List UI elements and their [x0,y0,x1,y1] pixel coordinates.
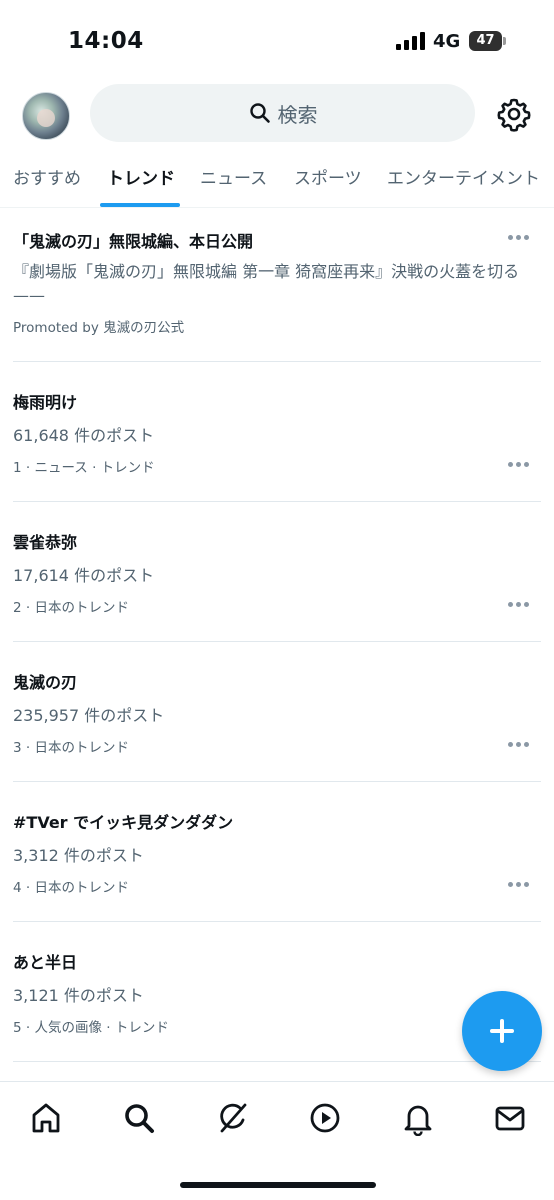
gear-icon[interactable] [496,96,532,132]
promoted-title: 「鬼滅の刃」無限城編、本日公開 [13,232,254,251]
trend-title: #TVer でイッキ見ダンダダン [13,813,234,832]
grok-icon [220,1103,247,1133]
tab-news[interactable]: ニュース [200,164,267,189]
search-icon [249,103,270,123]
trend-title: 梅雨明け [13,393,78,412]
header: 検索 [0,84,554,146]
trend-meta: 2 · 日本のトレンド [13,600,129,616]
search-placeholder: 検索 [277,102,318,127]
status-time: 14:04 [68,28,144,54]
more-icon[interactable] [508,235,530,241]
nav-home[interactable] [28,1100,64,1136]
promoted-trend[interactable]: 「鬼滅の刃」無限城編、本日公開 『劇場版「鬼滅の刃」無限城編 第一章 猗窩座再来… [0,208,554,361]
trend-post-count: 61,648 件のポスト [13,426,155,445]
trend-title: あと半日 [13,953,78,972]
promoted-by: Promoted by 鬼滅の刃公式 [13,320,185,336]
nav-messages[interactable] [492,1100,528,1136]
trend-meta: 1 · ニュース · トレンド [13,460,155,476]
tab-entertainment[interactable]: エンターテイメント [387,164,540,189]
avatar[interactable] [22,92,70,140]
compose-button[interactable] [462,991,542,1071]
nav-explore[interactable] [121,1100,157,1136]
trend-item[interactable]: 梅雨明け 61,648 件のポスト 1 · ニュース · トレンド [0,361,554,501]
nav-video[interactable] [307,1100,343,1136]
battery-icon: 47 [469,31,506,51]
nav-notifications[interactable] [400,1100,436,1137]
tab-trending[interactable]: トレンド [107,164,175,189]
trend-post-count: 3,312 件のポスト [13,846,144,865]
trend-post-count: 235,957 件のポスト [13,706,165,725]
bell-icon [404,1105,432,1137]
status-bar: 14:04 4G 47 [0,0,554,84]
trend-post-count: 17,614 件のポスト [13,566,155,585]
trend-item[interactable]: 雲雀恭弥 17,614 件のポスト 2 · 日本のトレンド [0,501,554,641]
battery-tip [503,37,506,45]
trend-meta: 5 · 人気の画像 · トレンド [13,1020,169,1036]
nav-grok[interactable] [214,1100,250,1136]
trend-meta: 3 · 日本のトレンド [13,740,129,756]
more-icon[interactable] [508,602,530,608]
home-icon [32,1103,60,1133]
battery-level: 47 [469,31,502,51]
search-input[interactable]: 検索 [90,84,475,142]
search-icon [125,1104,154,1133]
trend-title: 鬼滅の刃 [13,673,78,692]
more-icon[interactable] [508,882,530,888]
trend-item[interactable]: 鬼滅の刃 235,957 件のポスト 3 · 日本のトレンド [0,641,554,781]
promoted-description: 『劇場版「鬼滅の刃」無限城編 第一章 猗窩座再来』決戦の火蓋を切る—— [13,262,520,305]
mail-icon [495,1106,525,1131]
signal-icon [396,32,425,50]
tab-recommended[interactable]: おすすめ [13,164,81,189]
trend-meta: 4 · 日本のトレンド [13,880,129,896]
trend-post-count: 3,121 件のポスト [13,986,144,1005]
explore-tabs: おすすめ トレンド ニュース スポーツ エンターテイメント [0,146,554,208]
more-icon[interactable] [508,462,530,468]
bottom-nav [0,1081,554,1200]
divider [13,1061,541,1062]
home-indicator [180,1182,376,1188]
video-icon [310,1103,340,1133]
trend-item[interactable]: #TVer でイッキ見ダンダダン 3,312 件のポスト 4 · 日本のトレンド [0,781,554,921]
tab-sports[interactable]: スポーツ [294,164,362,189]
trend-title: 雲雀恭弥 [13,533,78,552]
more-icon[interactable] [508,742,530,748]
active-tab-indicator [100,203,180,207]
network-label: 4G [433,31,461,52]
